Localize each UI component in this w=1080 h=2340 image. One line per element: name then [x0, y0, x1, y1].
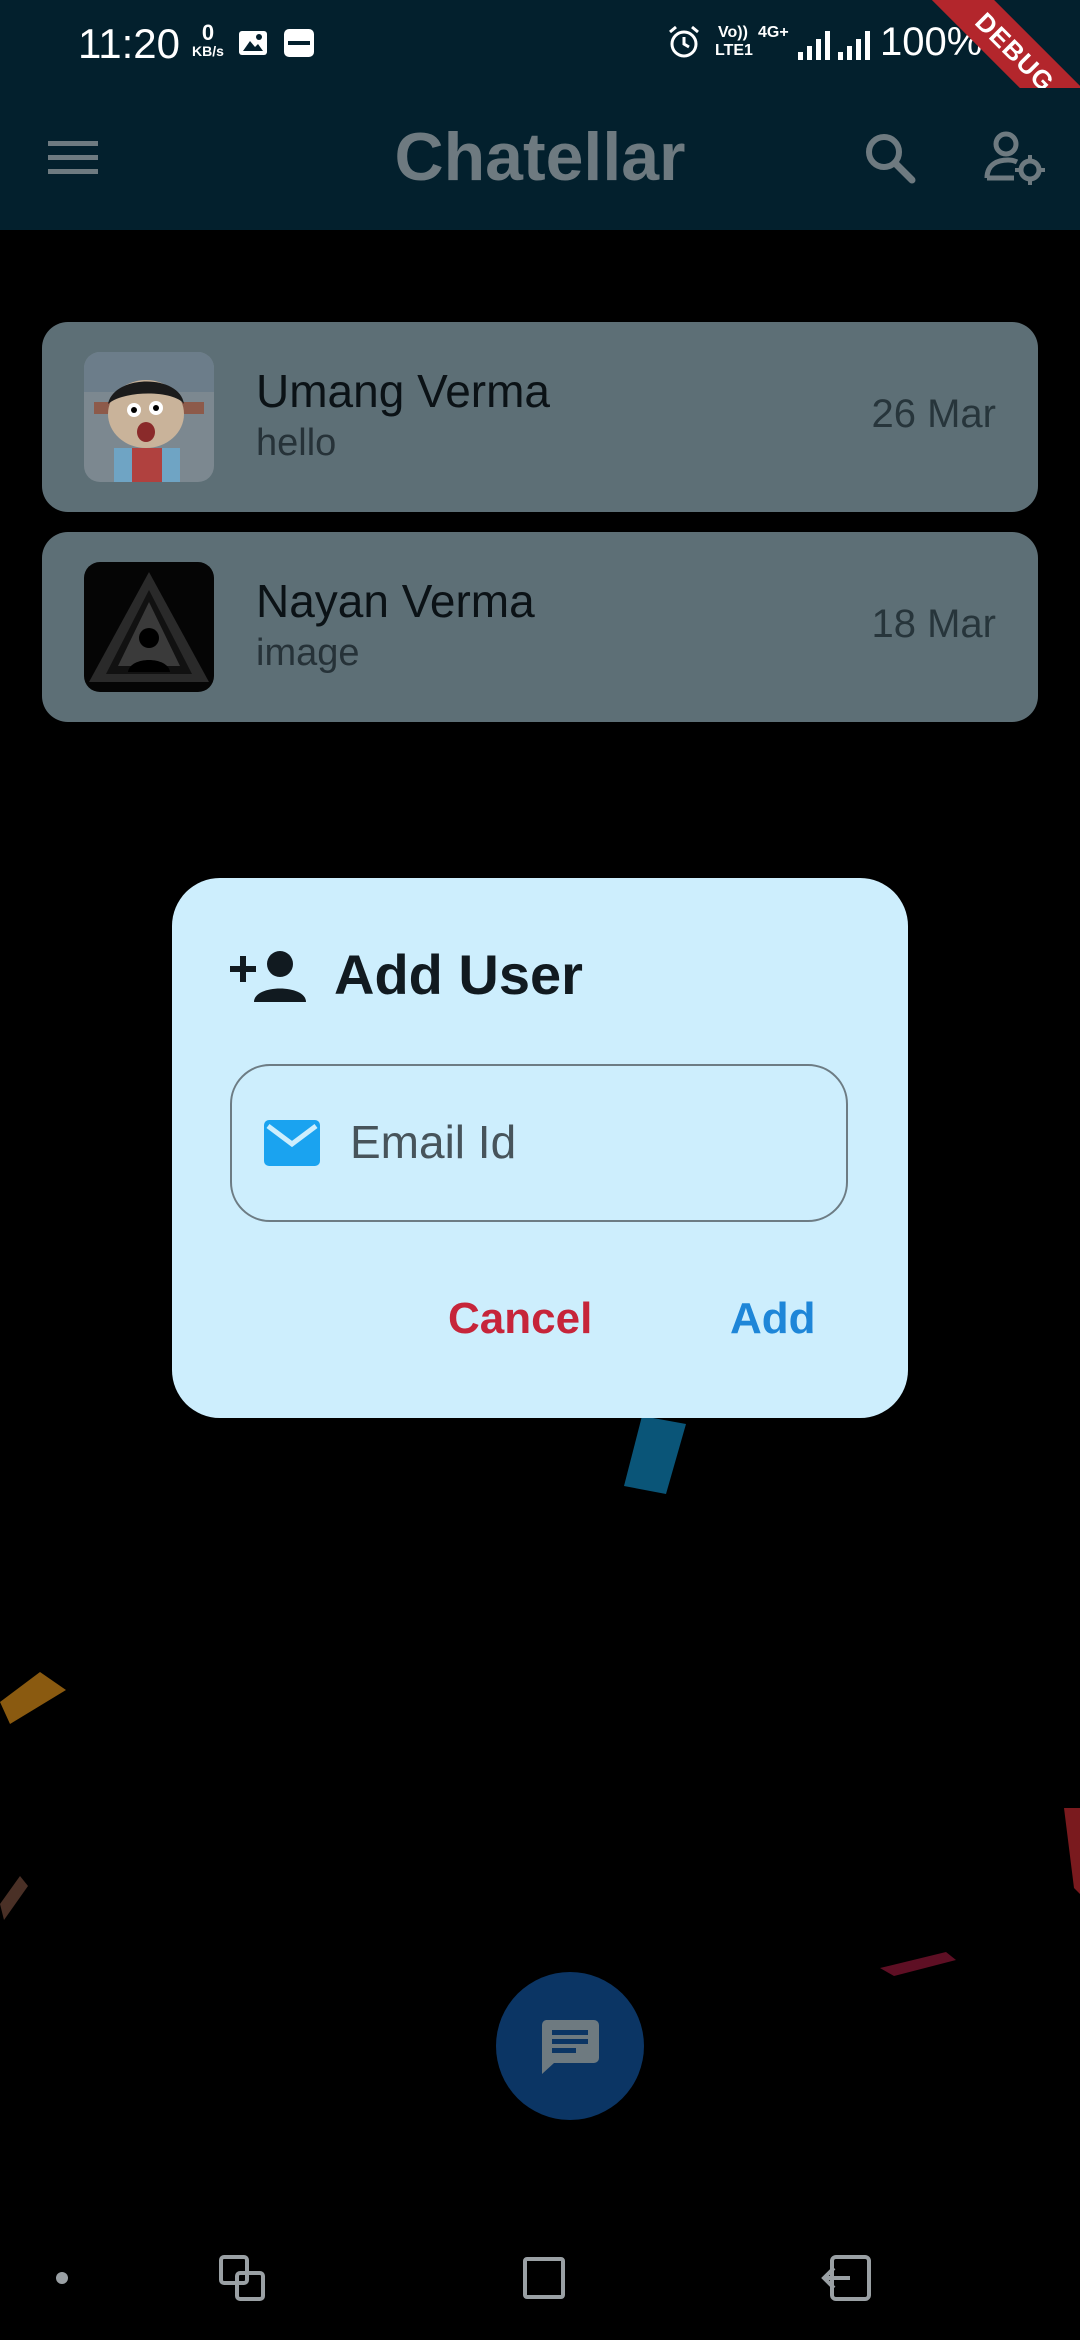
- net-speed: 0 KB/s: [192, 20, 224, 59]
- chat-last-message: image: [256, 632, 360, 674]
- email-field[interactable]: [230, 1064, 848, 1222]
- user-settings-icon[interactable]: [984, 130, 1046, 186]
- confetti-piece: [880, 1952, 956, 1976]
- home-icon[interactable]: [522, 2256, 566, 2300]
- system-nav-bar: [0, 2220, 1080, 2340]
- search-icon[interactable]: [862, 130, 918, 186]
- dialog-title: Add User: [334, 943, 583, 1006]
- dot-icon[interactable]: [54, 2270, 70, 2286]
- volte-indicator: Vo)) LTE1: [715, 24, 753, 59]
- signal-icon-2: [838, 31, 870, 60]
- gallery-icon: [239, 31, 267, 55]
- person-add-icon: [230, 951, 306, 1002]
- status-bar: 11:20 0 KB/s Vo)) LTE1 4G+ 100% DEBUG: [0, 0, 1080, 149]
- chat-name: Umang Verma: [256, 365, 551, 417]
- confetti-piece: [1064, 1808, 1080, 1894]
- chat-item-nayan[interactable]: Nayan Verma image 18 Mar: [42, 532, 1038, 722]
- new-chat-fab[interactable]: [496, 1972, 644, 2120]
- chat-date: 18 Mar: [871, 602, 997, 646]
- paytm-icon: [284, 29, 314, 57]
- alarm-icon: [669, 25, 699, 58]
- chat-date: 26 Mar: [871, 392, 997, 436]
- email-input[interactable]: [350, 1112, 810, 1172]
- cancel-button[interactable]: Cancel: [448, 1294, 592, 1344]
- avatar: [84, 352, 214, 482]
- chat-item-umang[interactable]: Umang Verma hello 26 Mar: [42, 322, 1038, 512]
- app-title: Chatellar: [394, 119, 686, 195]
- mail-icon: [264, 1120, 320, 1166]
- network-type: 4G+: [758, 24, 789, 41]
- confetti-piece: [0, 1876, 28, 1920]
- app-bar: Chatellar: [0, 88, 1080, 230]
- chat-name: Nayan Verma: [256, 575, 535, 627]
- status-time: 11:20: [78, 20, 180, 67]
- recents-icon[interactable]: [218, 2254, 266, 2302]
- avatar: [84, 562, 214, 692]
- chat-icon: [541, 2020, 599, 2074]
- back-icon[interactable]: [820, 2254, 872, 2302]
- chat-last-message: hello: [256, 422, 337, 464]
- add-user-dialog: Add User Cancel Add: [172, 878, 908, 1418]
- add-button[interactable]: Add: [730, 1294, 816, 1344]
- confetti-piece: [0, 1672, 66, 1724]
- confetti-piece: [624, 1416, 686, 1494]
- signal-icon-1: [798, 31, 830, 60]
